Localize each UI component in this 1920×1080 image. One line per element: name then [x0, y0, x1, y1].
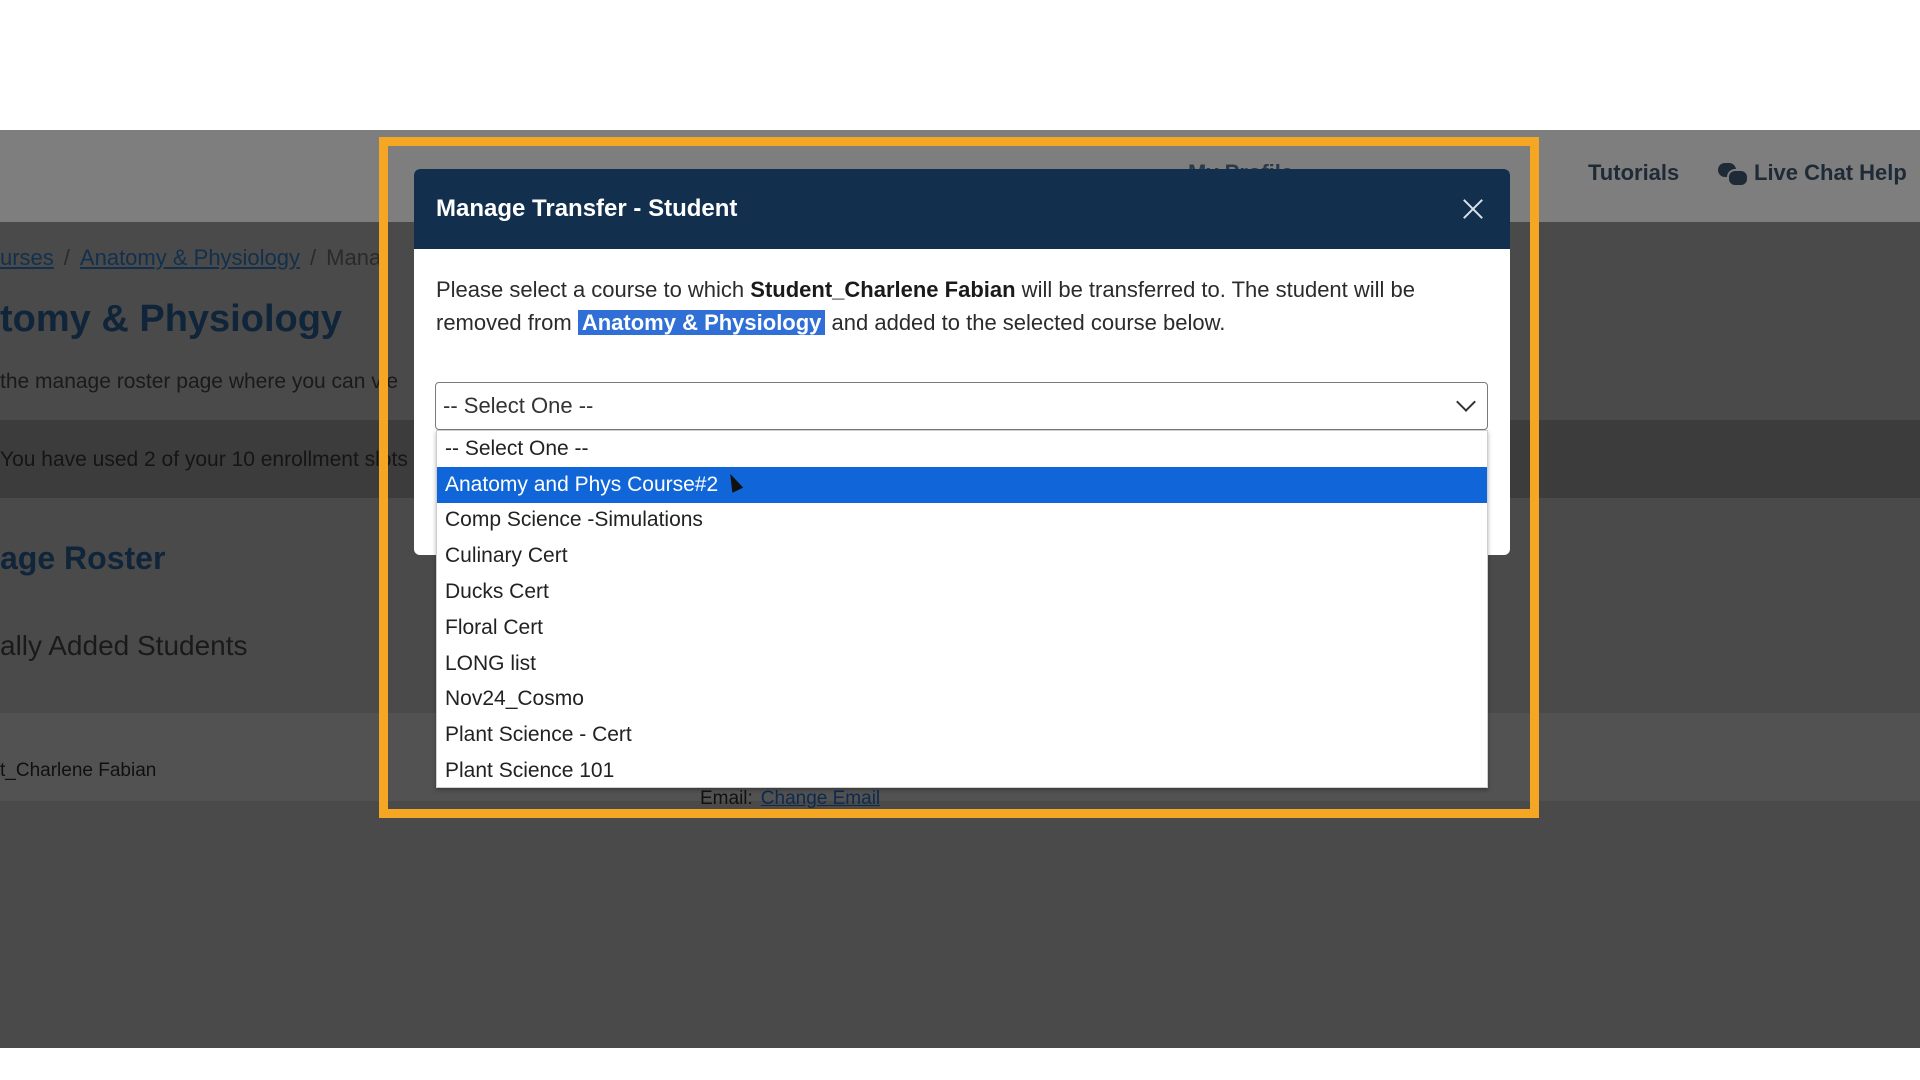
modal-header: Manage Transfer - Student: [414, 169, 1510, 249]
chevron-down-icon: [1456, 392, 1476, 412]
dropdown-option-highlighted[interactable]: Anatomy and Phys Course#2: [437, 466, 1487, 503]
dropdown-option[interactable]: Nov24_Cosmo: [437, 682, 1487, 718]
breadcrumb: urses / Anatomy & Physiology / Mana: [0, 245, 381, 271]
app-backdrop: My Profile Tutorials Live Chat Help urse…: [0, 130, 1920, 1048]
nav-live-chat[interactable]: Live Chat Help: [1718, 160, 1907, 187]
course-dropdown-list: -- Select One -- Anatomy and Phys Course…: [436, 430, 1488, 788]
roster-heading: age Roster: [0, 540, 166, 576]
message-text: and added to the selected course below.: [825, 310, 1226, 335]
page-description: the manage roster page where you can vie: [0, 370, 399, 393]
breadcrumb-separator: /: [63, 245, 70, 270]
dropdown-option[interactable]: Culinary Cert: [437, 538, 1487, 574]
course-name-highlight: Anatomy & Physiology: [577, 310, 826, 335]
course-select[interactable]: -- Select One --: [435, 382, 1488, 430]
chat-icon: [1718, 161, 1749, 187]
breadcrumb-courses-link[interactable]: urses: [0, 245, 54, 270]
breadcrumb-separator: /: [310, 245, 317, 270]
page-title: tomy & Physiology: [0, 298, 343, 340]
manual-students-heading: ally Added Students: [0, 630, 248, 661]
breadcrumb-course-link[interactable]: Anatomy & Physiology: [80, 245, 300, 270]
course-select-value: -- Select One --: [443, 393, 594, 418]
modal-title: Manage Transfer - Student: [436, 195, 738, 222]
nav-tutorials[interactable]: Tutorials: [1588, 160, 1679, 186]
dropdown-option[interactable]: LONG list: [437, 646, 1487, 682]
student-name-strong: Student_Charlene Fabian: [750, 277, 1016, 302]
message-text: Please select a course to which: [436, 277, 751, 302]
student-name: t_Charlene Fabian: [0, 760, 157, 781]
enrollment-notice: You have used 2 of your 10 enrollment sl…: [0, 448, 408, 471]
dropdown-option[interactable]: Comp Science -Simulations: [437, 503, 1487, 539]
dropdown-option[interactable]: Ducks Cert: [437, 574, 1487, 610]
dropdown-option[interactable]: Floral Cert: [437, 610, 1487, 646]
dropdown-option[interactable]: Plant Science - Cert: [437, 717, 1487, 753]
nav-live-chat-label: Live Chat Help: [1754, 160, 1907, 185]
close-icon[interactable]: [1458, 194, 1488, 224]
dropdown-option[interactable]: -- Select One --: [437, 431, 1487, 467]
modal-message: Please select a course to which Student_…: [414, 249, 1510, 339]
dropdown-option[interactable]: Plant Science 101: [437, 753, 1487, 789]
breadcrumb-current: Mana: [326, 245, 382, 270]
